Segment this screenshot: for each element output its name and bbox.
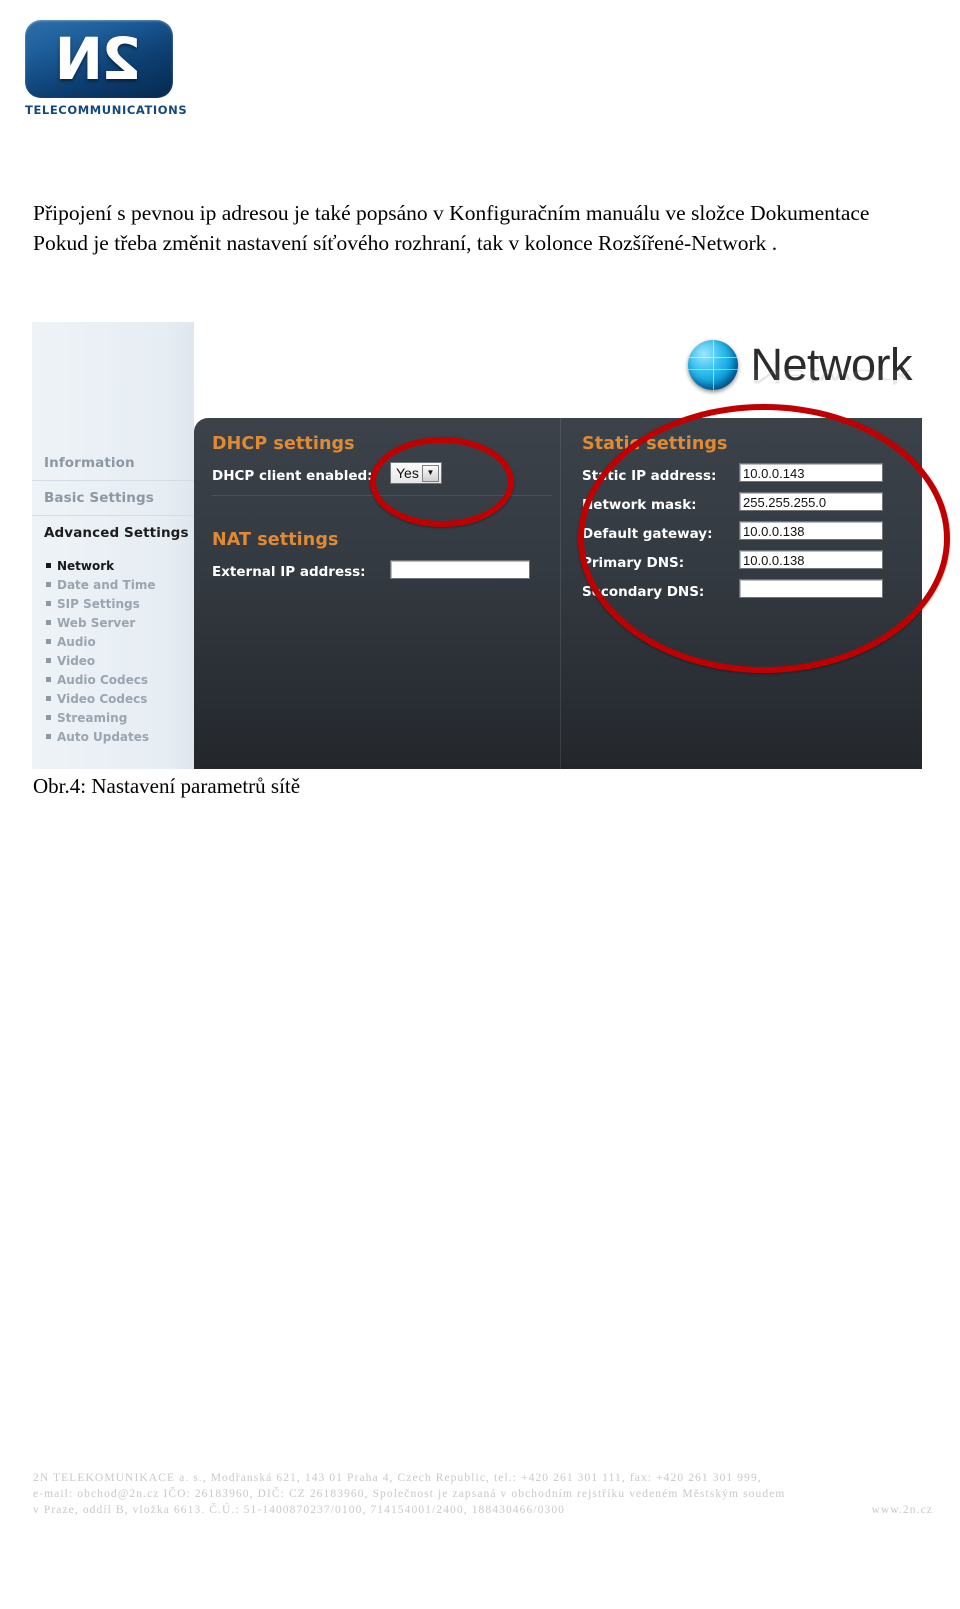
paragraph-2: Pokud je třeba změnit nastavení síťového… (33, 231, 778, 255)
sidebar: Information Basic Settings Advanced Sett… (32, 322, 194, 769)
bullet-icon (46, 734, 51, 739)
footer-line-3-text: v Praze, oddíl B, vložka 6613. Č.Ú.: 51-… (33, 1504, 566, 1516)
sidebar-item-label: SIP Settings (57, 596, 140, 611)
sidebar-item-advanced-settings[interactable]: Advanced Settings (32, 516, 194, 550)
sidebar-item-label: Auto Updates (57, 729, 150, 744)
bullet-icon (46, 620, 51, 625)
dhcp-client-enabled-label: DHCP client enabled: (212, 468, 373, 484)
sidebar-item-information[interactable]: Information (32, 446, 194, 481)
sidebar-item-video-codecs[interactable]: Video Codecs (32, 689, 194, 708)
external-ip-address-label: External IP address: (212, 564, 366, 580)
bullet-icon (46, 696, 51, 701)
bullet-icon (46, 582, 51, 587)
sidebar-item-label: Advanced Settings (44, 525, 189, 541)
sidebar-item-streaming[interactable]: Streaming (32, 708, 194, 727)
logo-mark: 2N (56, 25, 142, 93)
sidebar-item-basic-settings[interactable]: Basic Settings (32, 481, 194, 516)
sidebar-item-network[interactable]: Network (32, 556, 194, 575)
sidebar-item-label: Date and Time (57, 577, 156, 592)
annotation-ellipse-dhcp (370, 437, 514, 527)
paragraph-1: Připojení s pevnou ip adresou je také po… (33, 201, 870, 225)
sidebar-item-label: Video Codecs (57, 691, 148, 706)
dhcp-settings-title: DHCP settings (212, 434, 355, 454)
sidebar-item-label: Audio Codecs (57, 672, 148, 687)
annotation-ellipse-static-settings (578, 404, 950, 673)
nat-settings-title: NAT settings (212, 530, 339, 550)
sidebar-item-sip-settings[interactable]: SIP Settings (32, 594, 194, 613)
page-logo: 2N TELECOMMUNICATIONS (25, 20, 188, 117)
sidebar-item-date-and-time[interactable]: Date and Time (32, 575, 194, 594)
sidebar-item-audio[interactable]: Audio (32, 632, 194, 651)
sidebar-item-label: Basic Settings (44, 490, 154, 506)
sidebar-item-label: Video (57, 653, 96, 668)
bullet-icon (46, 677, 51, 682)
sidebar-item-label: Network (57, 558, 115, 573)
sidebar-item-label: Streaming (57, 710, 128, 725)
sidebar-item-auto-updates[interactable]: Auto Updates (32, 727, 194, 746)
bullet-icon (46, 601, 51, 606)
bullet-icon (46, 658, 51, 663)
logo-badge: 2N (25, 20, 173, 98)
page-footer: 2N TELEKOMUNIKACE a. s., Modřanská 621, … (33, 1470, 933, 1518)
sidebar-item-label: Audio (57, 634, 96, 649)
sidebar-item-web-server[interactable]: Web Server (32, 613, 194, 632)
page-title-label: Network (750, 339, 912, 390)
logo-wordmark: TELECOMMUNICATIONS (25, 103, 188, 117)
sidebar-item-label: Information (44, 455, 135, 471)
external-ip-address-input[interactable] (390, 560, 530, 579)
page-title: Network (688, 340, 912, 390)
footer-line-3: www.2n.cz v Praze, oddíl B, vložka 6613.… (33, 1502, 933, 1518)
bullet-icon (46, 715, 51, 720)
sidebar-item-audio-codecs[interactable]: Audio Codecs (32, 670, 194, 689)
figure-caption: Obr.4: Nastavení parametrů sítě (33, 774, 301, 798)
footer-website[interactable]: www.2n.cz (871, 1502, 933, 1518)
bullet-icon (46, 563, 51, 568)
document-text: Připojení s pevnou ip adresou je také po… (33, 198, 930, 258)
panel-column-divider (560, 418, 561, 769)
sidebar-nav: Information Basic Settings Advanced Sett… (32, 446, 194, 746)
footer-line-1: 2N TELEKOMUNIKACE a. s., Modřanská 621, … (33, 1472, 762, 1484)
sidebar-item-video[interactable]: Video (32, 651, 194, 670)
bullet-icon (46, 639, 51, 644)
footer-line-2: e-mail: obchod@2n.cz IČO: 26183960, DIČ:… (33, 1488, 786, 1500)
sidebar-item-label: Web Server (57, 615, 136, 630)
globe-icon (688, 340, 739, 390)
